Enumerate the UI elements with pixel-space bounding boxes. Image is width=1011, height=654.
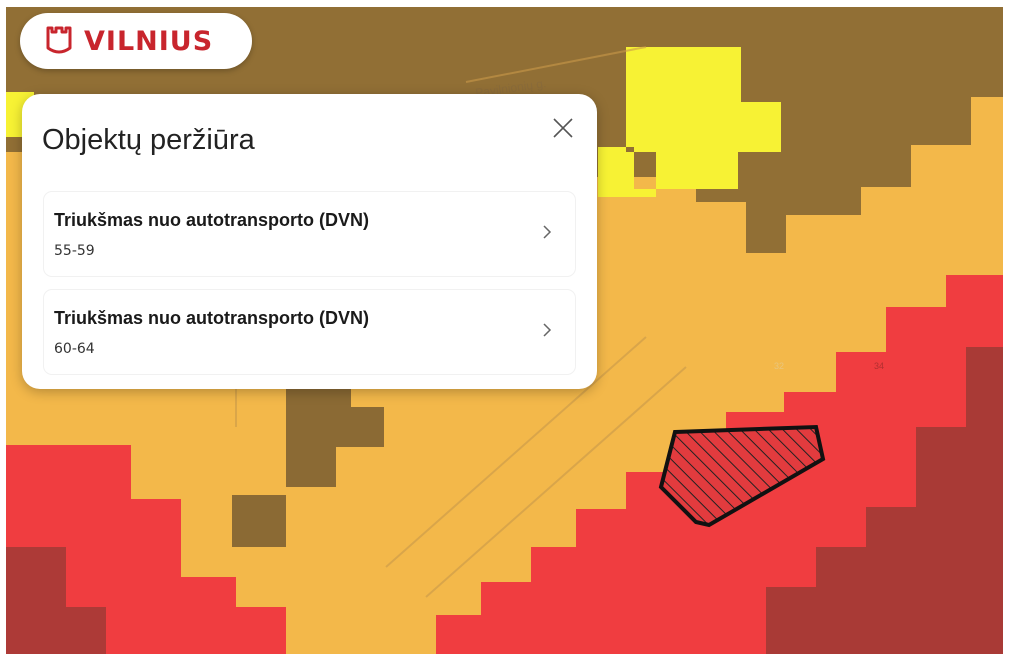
close-icon[interactable] [551, 116, 575, 140]
list-item[interactable]: Triukšmas nuo autotransporto (DVN) 55-59 [44, 192, 575, 276]
chevron-right-icon [543, 225, 552, 239]
item-title: Triukšmas nuo autotransporto (DVN) [54, 308, 370, 328]
item-title: Triukšmas nuo autotransporto (DVN) [54, 210, 370, 230]
castle-icon [46, 26, 72, 54]
list-item[interactable]: Triukšmas nuo autotransporto (DVN) 60-64 [44, 290, 575, 374]
vilnius-logo[interactable]: VILNIUS [20, 13, 252, 69]
building-number: 32 [774, 361, 784, 371]
building-number: 34 [874, 361, 884, 371]
noise-zone-dark [232, 495, 286, 547]
chevron-right-icon [543, 323, 552, 337]
map-viewport[interactable]: Pavilnionių g. 32 34 VILNIUS Objektų per… [6, 7, 1003, 654]
brand-name: VILNIUS [84, 25, 214, 57]
item-value: 55-59 [54, 243, 95, 259]
item-value: 60-64 [54, 341, 95, 357]
object-view-panel: Objektų peržiūra Triukšmas nuo autotrans… [22, 94, 597, 389]
panel-title: Objektų peržiūra [42, 124, 255, 156]
